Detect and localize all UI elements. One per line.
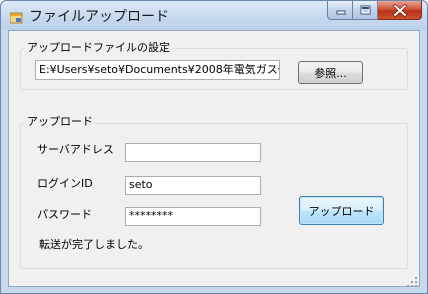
upload-button-label: アップロード xyxy=(308,204,375,218)
minimize-button[interactable] xyxy=(327,1,353,20)
password-label: パスワード xyxy=(37,208,92,221)
password-field[interactable]: ******** xyxy=(125,207,261,226)
close-icon xyxy=(393,4,407,17)
upload-button[interactable]: アップロード xyxy=(299,196,384,225)
login-id-field[interactable]: seto xyxy=(125,176,261,195)
browse-button[interactable]: 参照... xyxy=(298,61,363,84)
settings-group-legend: アップロードファイルの設定 xyxy=(25,41,172,54)
upload-group-legend: アップロード xyxy=(25,115,95,128)
window-title: ファイルアップロード xyxy=(29,9,169,25)
browse-button-label: 参照... xyxy=(314,66,347,80)
close-button[interactable] xyxy=(378,1,422,20)
status-message: 転送が完了しました。 xyxy=(39,238,149,251)
app-window-icon[interactable] xyxy=(9,9,23,24)
title-bar[interactable]: ファイルアップロード xyxy=(1,1,427,30)
minimize-icon xyxy=(336,10,346,15)
resize-grip-icon[interactable] xyxy=(406,273,418,287)
maximize-button[interactable] xyxy=(353,1,378,20)
app-window: ファイルアップロード アップロードファイルの設定 E:¥Users¥seto¥D… xyxy=(0,0,428,294)
maximize-icon xyxy=(360,5,371,15)
login-id-label: ログインID xyxy=(37,177,93,190)
server-address-label: サーバアドレス xyxy=(37,143,114,156)
file-path-field[interactable]: E:¥Users¥seto¥Documents¥2008年電気ガス代 xyxy=(35,60,280,80)
window-controls xyxy=(327,1,422,20)
server-address-field[interactable] xyxy=(125,143,261,162)
client-area: アップロードファイルの設定 E:¥Users¥seto¥Documents¥20… xyxy=(8,30,420,287)
